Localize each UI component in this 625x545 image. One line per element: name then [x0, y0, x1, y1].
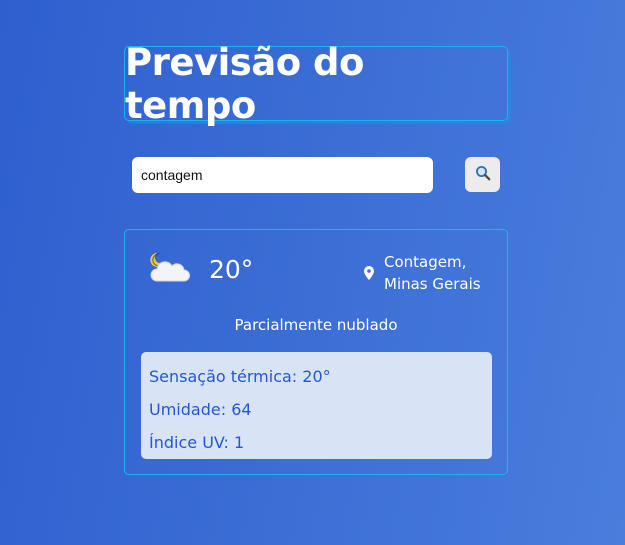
location: Contagem, Minas Gerais	[384, 251, 499, 295]
uv-index-row: Índice UV: 1	[149, 426, 484, 459]
humidity-row: Umidade: 64	[149, 393, 484, 426]
partly-cloudy-night-icon	[148, 249, 190, 287]
search-icon	[475, 165, 491, 184]
feels-like-label: Sensação térmica:	[149, 367, 298, 386]
feels-like-value: 20°	[302, 367, 331, 386]
location-state: Minas Gerais	[384, 275, 481, 293]
weather-details: Sensação térmica: 20° Umidade: 64 Índice…	[141, 352, 492, 459]
humidity-value: 64	[231, 400, 252, 419]
humidity-label: Umidade:	[149, 400, 227, 419]
search-button[interactable]	[465, 157, 500, 192]
weather-card: 20° Contagem, Minas Gerais Parcialmente …	[124, 229, 508, 475]
temperature: 20°	[209, 255, 254, 284]
uv-index-value: 1	[234, 433, 245, 452]
uv-index-label: Índice UV:	[149, 433, 229, 452]
location-pin-icon	[363, 265, 375, 280]
page-title: Previsão do tempo	[125, 40, 364, 127]
search-input[interactable]	[132, 157, 433, 193]
location-city: Contagem,	[384, 253, 467, 271]
weather-condition: Parcialmente nublado	[234, 316, 398, 334]
title-box: Previsão do tempo	[124, 41, 508, 127]
feels-like-row: Sensação térmica: 20°	[149, 360, 484, 393]
